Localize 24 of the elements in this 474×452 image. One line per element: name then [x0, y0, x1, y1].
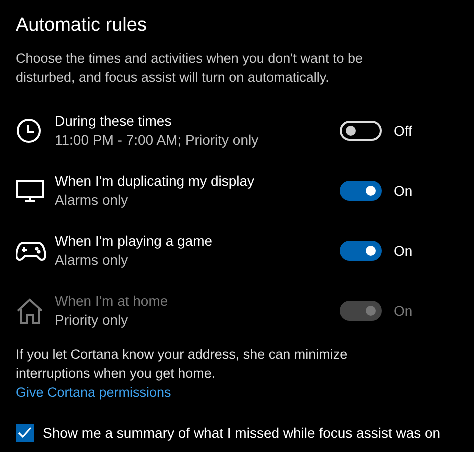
rule-subtitle: 11:00 PM - 7:00 AM; Priority only: [55, 131, 260, 150]
rule-subtitle: Alarms only: [55, 191, 130, 210]
toggle-state-label: On: [394, 303, 413, 319]
toggle-switch[interactable]: [340, 241, 382, 261]
description-text: Choose the times and activities when you don't want to be disturbed, and focus assist will turn on automatically.: [16, 50, 364, 87]
checkbox-label: Show me a summary of what I missed while focus assist was on: [43, 425, 441, 441]
cortana-permissions-link[interactable]: Give Cortana permissions: [16, 383, 172, 402]
checkbox[interactable]: [16, 424, 34, 442]
rule-title: When I'm at home: [55, 292, 170, 311]
toggle-switch[interactable]: [340, 181, 382, 201]
toggle-state-label: On: [394, 183, 413, 199]
rule-title: During these times: [55, 112, 173, 131]
note-text: If you let Cortana know your address, she can minimize interruptions when you get home.: [16, 346, 349, 383]
rule-subtitle: Alarms only: [55, 251, 130, 270]
rule-subtitle: Priority only: [55, 311, 130, 330]
toggle-state-label: On: [394, 243, 413, 259]
rule-title: When I'm duplicating my display: [55, 172, 256, 191]
rule-title: When I'm playing a game: [55, 232, 214, 251]
clock-icon: [16, 118, 42, 144]
gamepad-icon: [16, 240, 46, 262]
toggle-state-label: Off: [394, 123, 412, 139]
house-icon: [16, 298, 44, 324]
section-heading: Automatic rules: [16, 14, 148, 38]
monitor-icon: [16, 179, 44, 203]
